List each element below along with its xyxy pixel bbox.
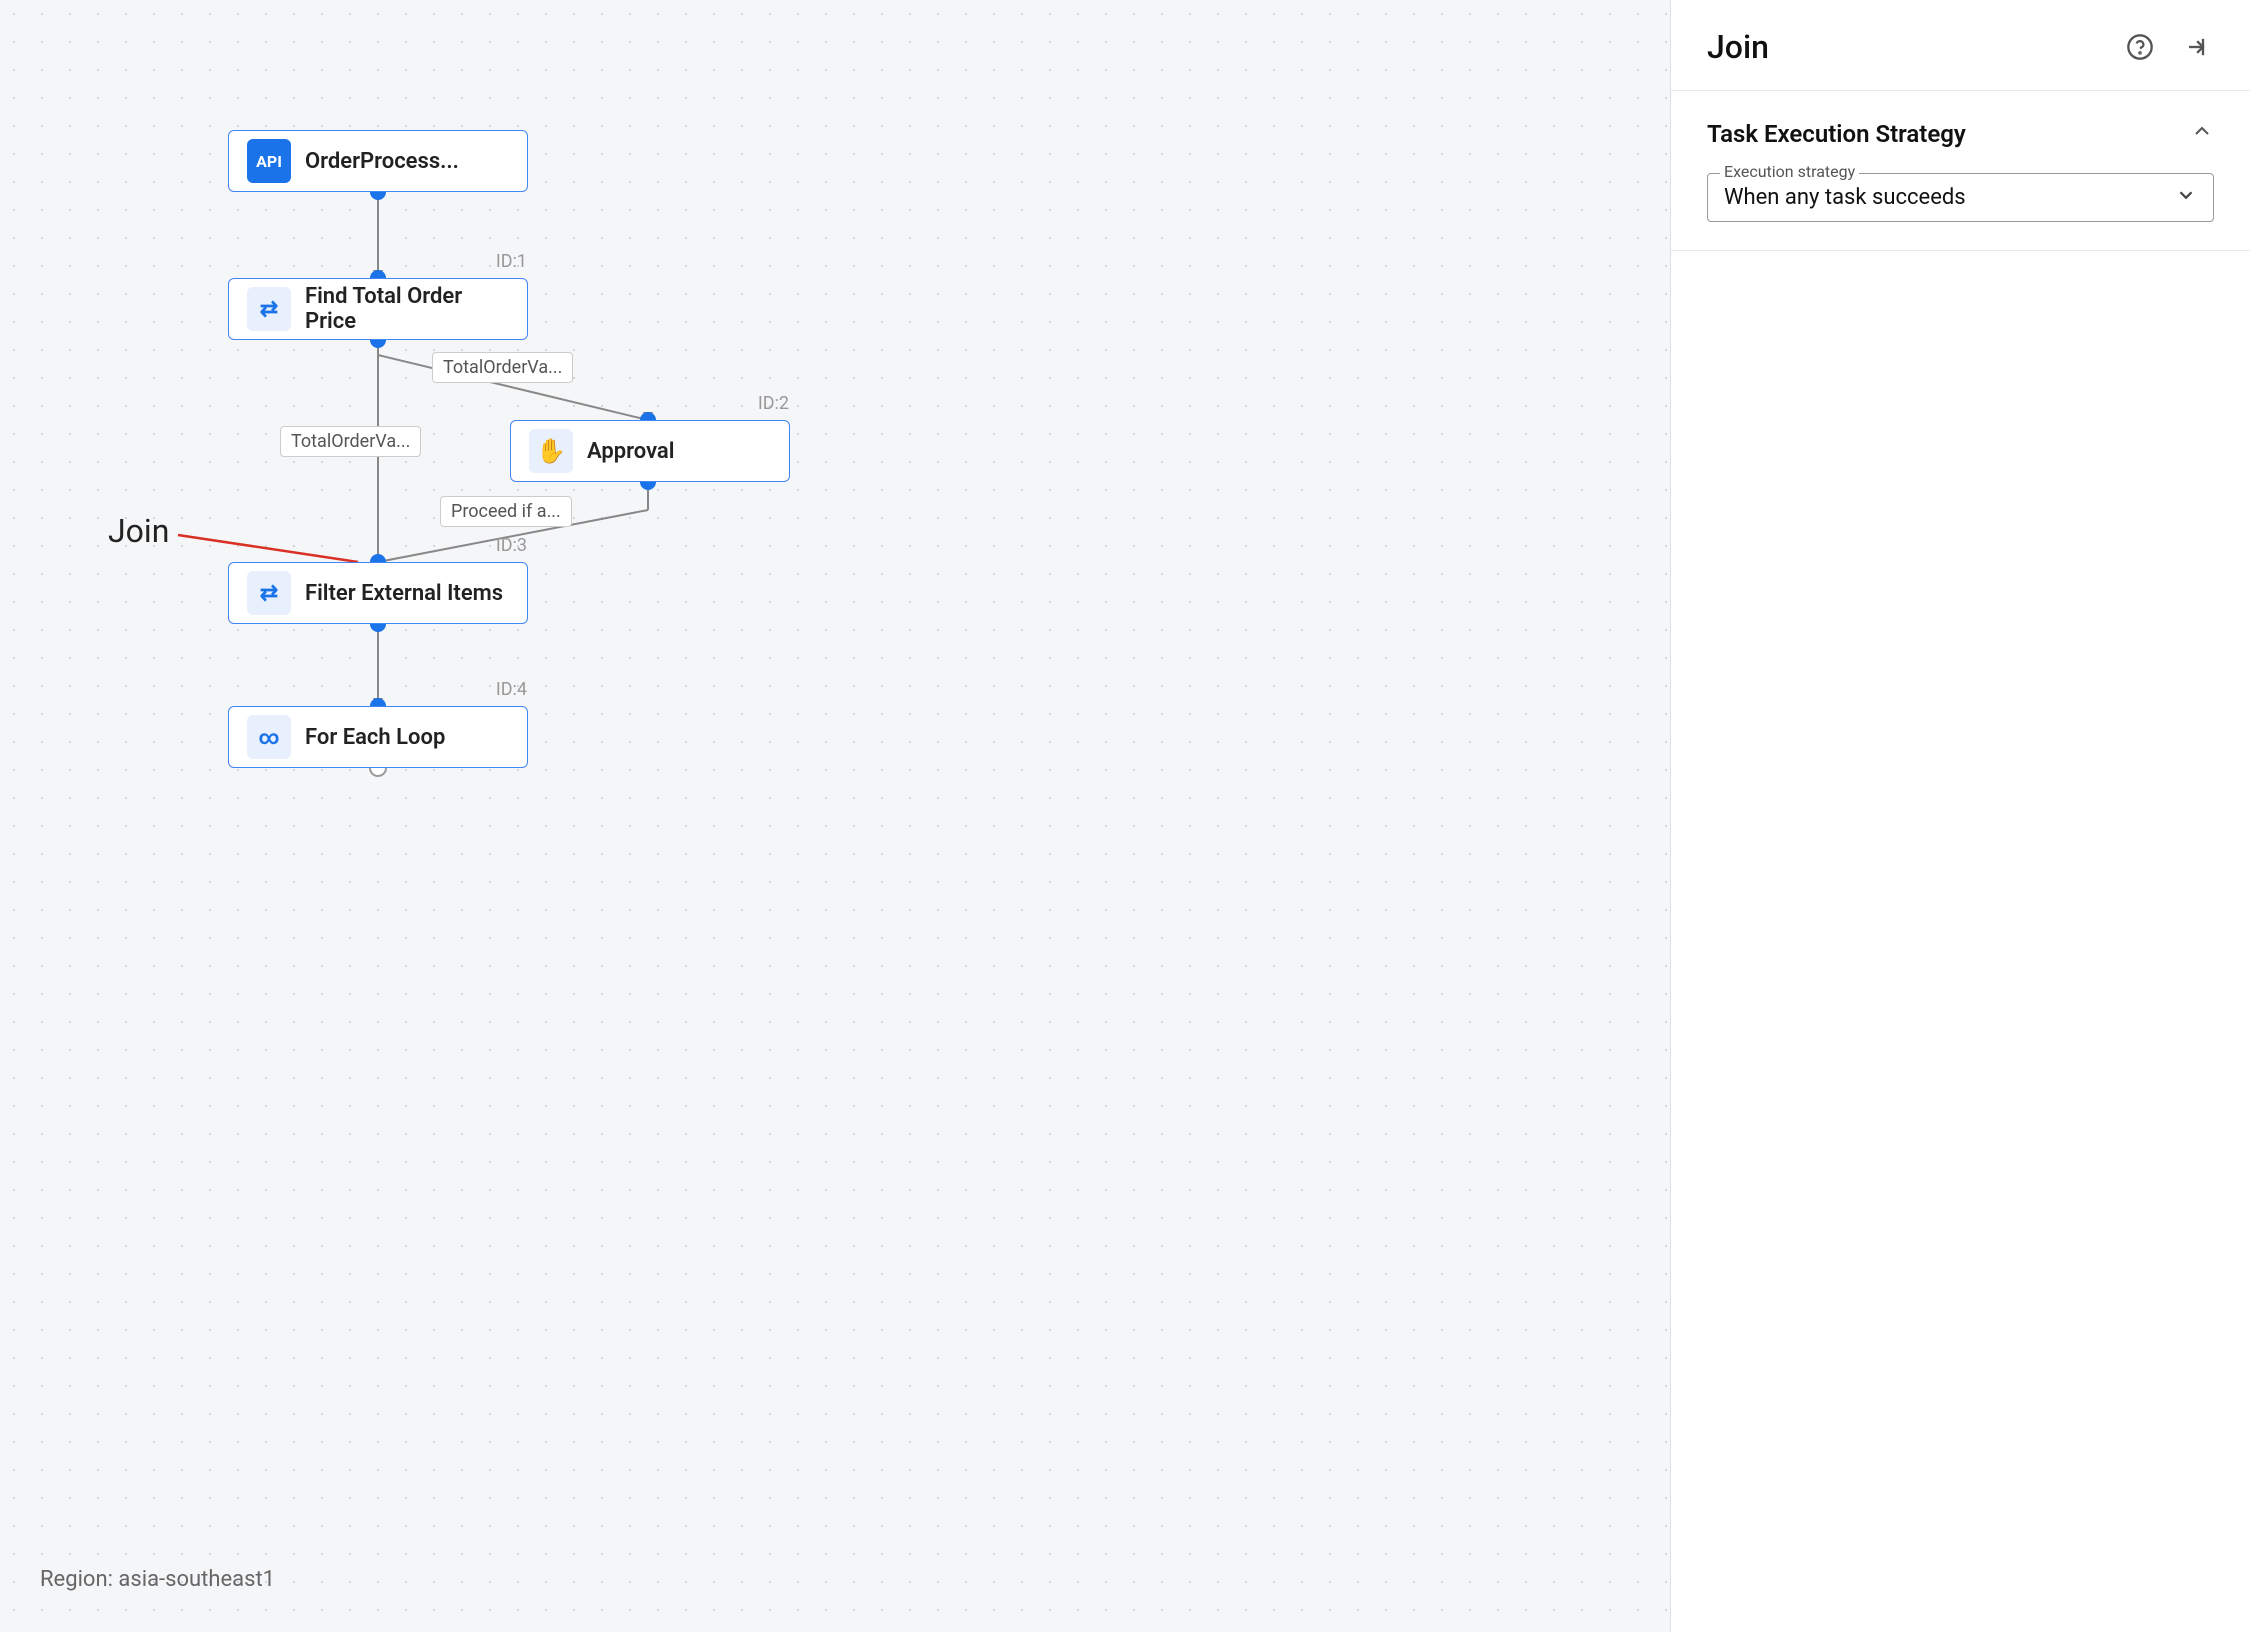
- task-execution-section: Task Execution Strategy Execution strate…: [1671, 91, 2250, 251]
- filter-icon-1: ⇄: [247, 287, 291, 331]
- help-button[interactable]: [2122, 29, 2158, 65]
- api-node[interactable]: API OrderProcess...: [228, 130, 528, 192]
- edge-label-2: TotalOrderVa...: [280, 426, 421, 457]
- connections-svg: [0, 0, 1670, 1632]
- expand-panel-button[interactable]: [2178, 29, 2214, 65]
- flow-canvas[interactable]: API OrderProcess... ID:1 ⇄ Find Total Or…: [0, 0, 1670, 1632]
- field-select[interactable]: When any task succeeds: [1724, 184, 2197, 211]
- node4-id: ID:4: [496, 679, 527, 700]
- node4-label: For Each Loop: [305, 725, 445, 750]
- dropdown-arrow-icon: [2175, 184, 2197, 211]
- node3-label: Filter External Items: [305, 581, 503, 606]
- node4[interactable]: ID:4 ∞ For Each Loop: [228, 706, 528, 768]
- api-node-label: OrderProcess...: [305, 149, 459, 174]
- node3[interactable]: ID:3 ⇄ Filter External Items: [228, 562, 528, 624]
- edge-label-1: TotalOrderVa...: [432, 352, 573, 383]
- node2-id: ID:2: [758, 393, 789, 414]
- section-title: Task Execution Strategy: [1707, 120, 1966, 148]
- api-icon: API: [247, 139, 291, 183]
- section-header: Task Execution Strategy: [1707, 119, 2214, 149]
- join-text: Join: [108, 512, 169, 550]
- field-label: Execution strategy: [1720, 162, 1859, 181]
- node2[interactable]: ID:2 ✋ Approval: [510, 420, 790, 482]
- execution-strategy-field[interactable]: Execution strategy When any task succeed…: [1707, 173, 2214, 222]
- node1[interactable]: ID:1 ⇄ Find Total Order Price: [228, 278, 528, 340]
- loop-icon: ∞: [247, 715, 291, 759]
- panel-header: Join: [1671, 0, 2250, 91]
- node3-id: ID:3: [496, 535, 527, 556]
- node1-label: Find Total Order Price: [305, 284, 509, 334]
- panel-title: Join: [1707, 28, 1769, 66]
- node2-label: Approval: [587, 439, 674, 464]
- node1-id: ID:1: [496, 251, 527, 272]
- panel-header-icons: [2122, 29, 2214, 65]
- filter-icon-3: ⇄: [247, 571, 291, 615]
- collapse-button[interactable]: [2190, 119, 2214, 149]
- edge-label-3: Proceed if a...: [440, 496, 572, 527]
- join-annotation: Join: [108, 512, 179, 550]
- right-panel: Join Task Execution Strategy: [1670, 0, 2250, 1632]
- hand-icon: ✋: [529, 429, 573, 473]
- region-label: Region: asia-southeast1: [40, 1567, 275, 1592]
- field-value: When any task succeeds: [1724, 185, 1966, 210]
